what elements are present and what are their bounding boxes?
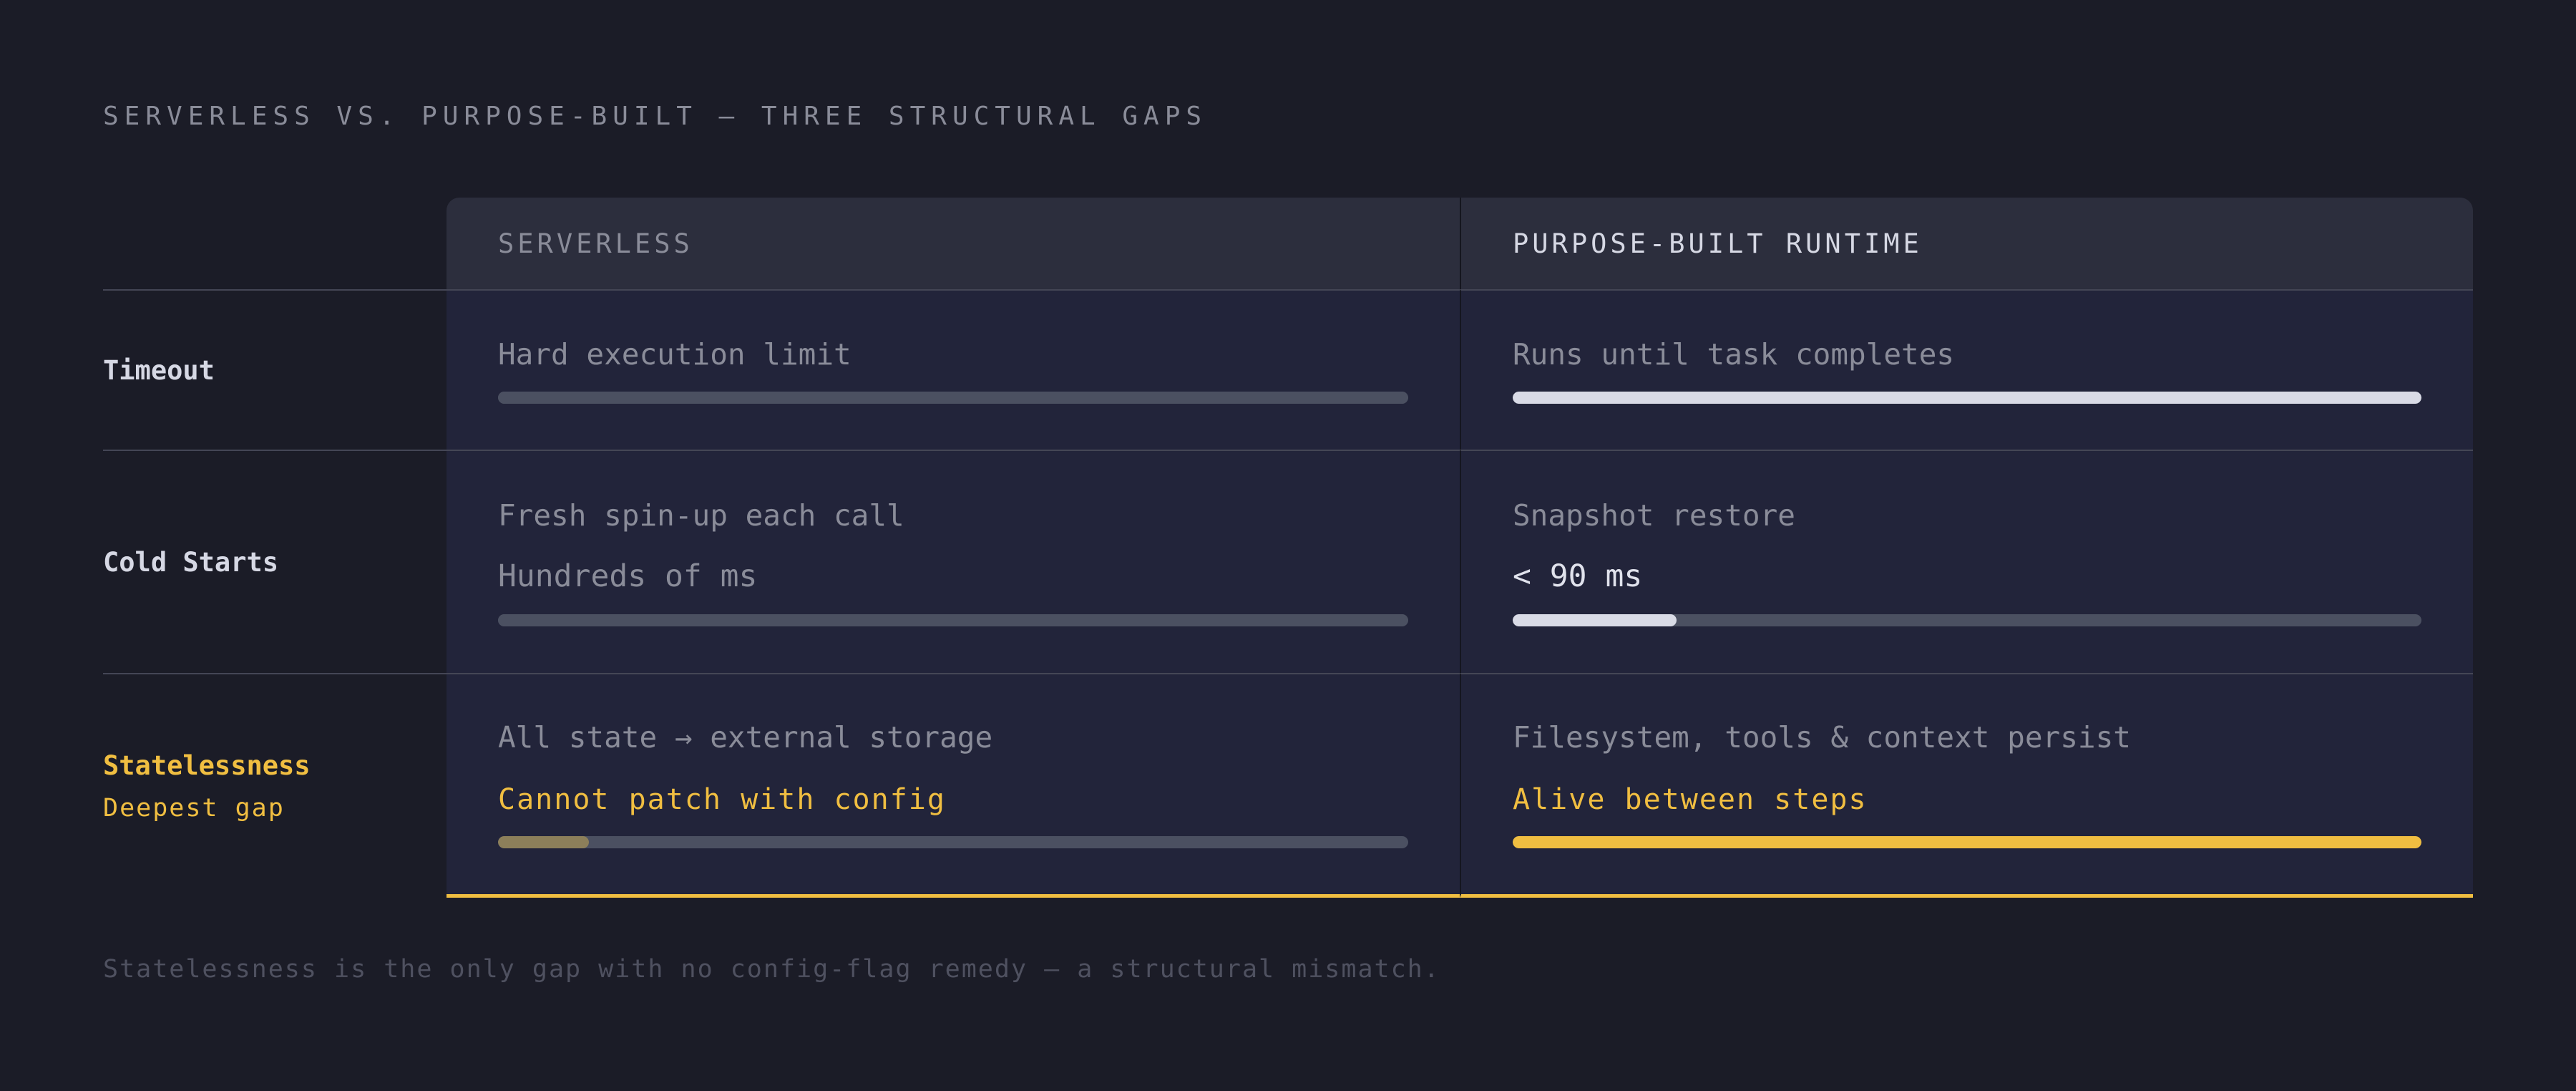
cell-text: Filesystem, tools & context persist [1513,720,2131,755]
cell-subtext: < 90 ms [1513,558,1643,594]
cell-text: All state → external storage [498,720,993,755]
cold-starts-serverless-cell: Fresh spin-up each call Hundreds of ms [447,450,1460,673]
cell-text: Fresh spin-up each call [498,498,904,533]
cold-starts-purpose-built-bar [1513,614,2421,626]
timeout-serverless-cell: Hard execution limit [447,289,1460,450]
bar-fill [1513,836,2421,848]
column-header-serverless: SERVERLESS [447,198,1460,289]
cell-subtext: Alive between steps [1513,783,1868,816]
bar-fill [498,614,1408,626]
cell-text: Runs until task completes [1513,336,1955,372]
comparison-slide: SERVERLESS VS. PURPOSE-BUILT — THREE STR… [0,0,2576,1091]
footnote: Statelessness is the only gap with no co… [103,955,1440,984]
row-label-cold-starts: Cold Starts [103,450,447,673]
row-label-text: Timeout [103,354,215,386]
statelessness-serverless-cell: All state → external storage Cannot patc… [447,673,1460,898]
header-spacer [103,198,447,289]
cell-subtext: Cannot patch with config [498,783,946,816]
cell-text: Snapshot restore [1513,498,1795,533]
bar-fill [1513,614,1677,626]
timeout-purpose-built-bar [1513,391,2421,404]
statelessness-purpose-built-bar [1513,836,2421,848]
cold-starts-purpose-built-cell: Snapshot restore < 90 ms [1460,450,2473,673]
row-label-text: Cold Starts [103,546,279,578]
row-label-timeout: Timeout [103,289,447,450]
bar-fill [498,836,590,848]
statelessness-purpose-built-cell: Filesystem, tools & context persist Aliv… [1460,673,2473,898]
cold-starts-serverless-bar [498,614,1408,626]
cell-subtext: Hundreds of ms [498,558,758,594]
cell-text: Hard execution limit [498,336,852,372]
timeout-serverless-bar [498,391,1408,404]
page-title: SERVERLESS VS. PURPOSE-BUILT — THREE STR… [103,102,1208,131]
bar-fill [498,391,1408,404]
row-label-statelessness: Statelessness Deepest gap [103,673,447,898]
statelessness-serverless-bar [498,836,1408,848]
row-label-text: Statelessness [103,750,311,781]
timeout-purpose-built-cell: Runs until task completes [1460,289,2473,450]
column-header-purpose-built: PURPOSE-BUILT RUNTIME [1460,198,2473,289]
comparison-table: SERVERLESS PURPOSE-BUILT RUNTIME Timeout… [103,198,2473,898]
bar-fill [1513,391,2421,404]
row-sublabel: Deepest gap [103,793,285,823]
